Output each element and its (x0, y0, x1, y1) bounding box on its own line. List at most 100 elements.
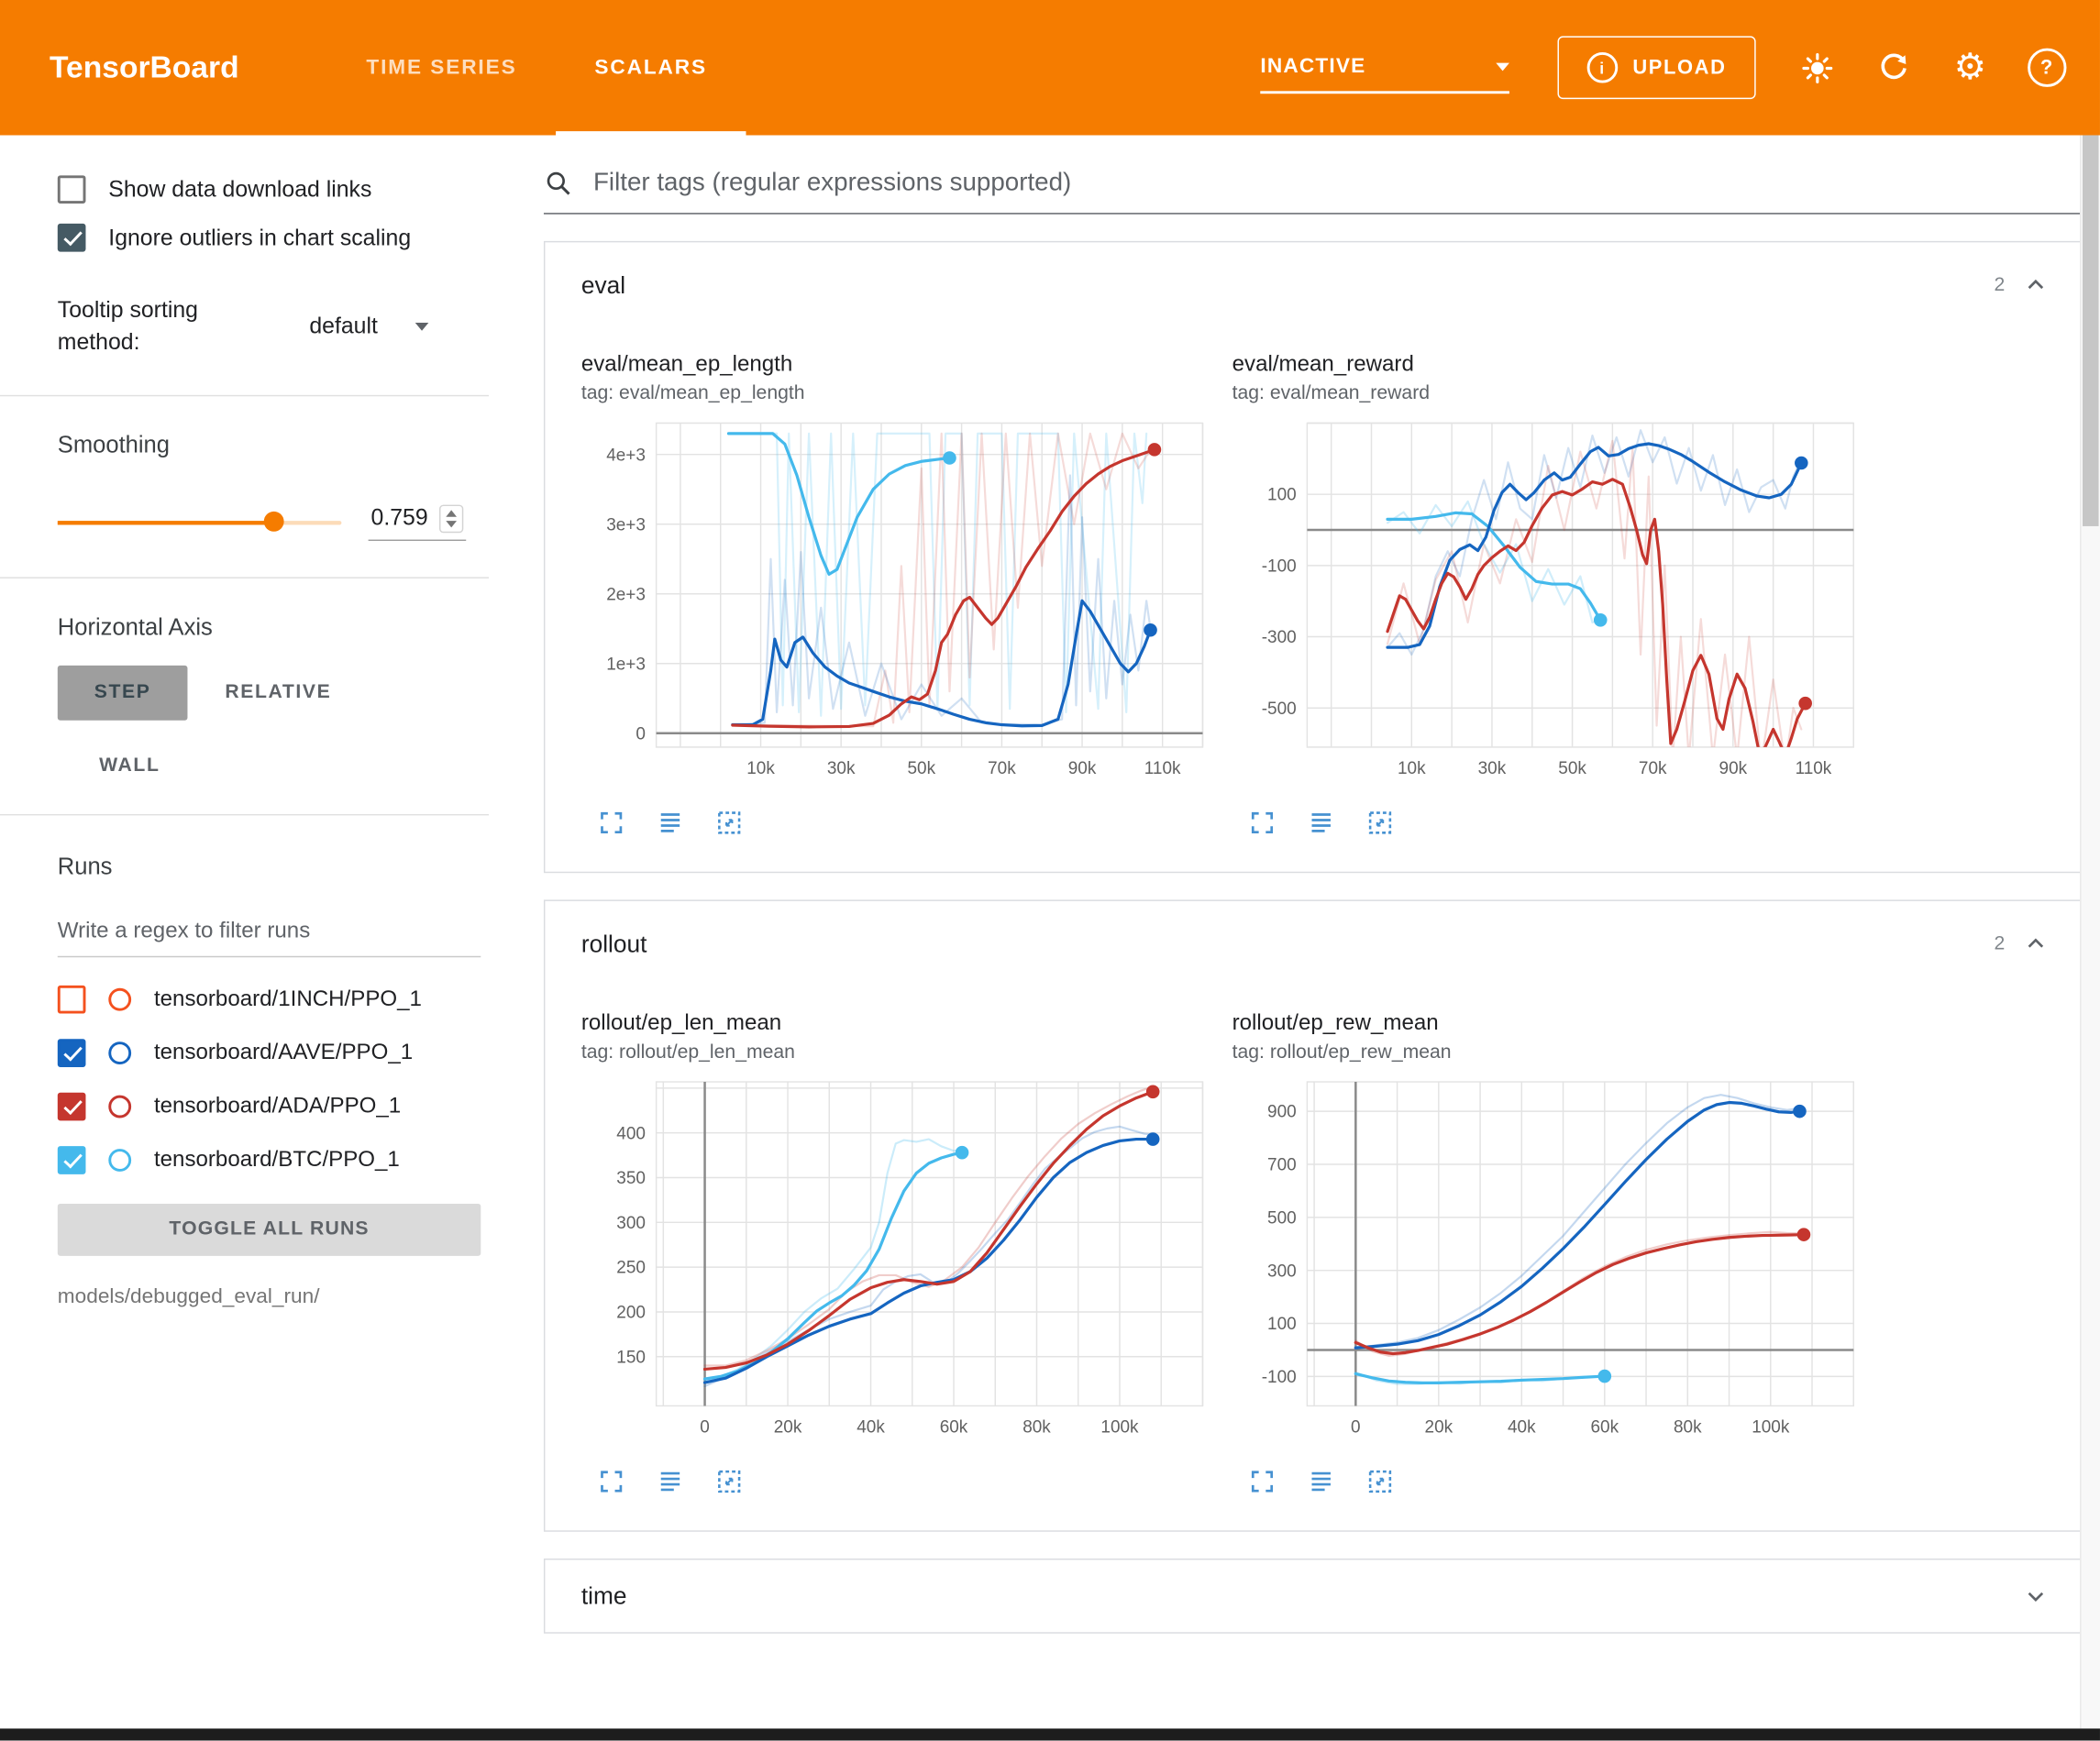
chevron-up-icon[interactable] (2022, 931, 2049, 957)
svg-text:10k: 10k (746, 759, 775, 778)
help-icon[interactable]: ? (2019, 41, 2072, 94)
ignore-outliers-label: Ignore outliers in chart scaling (108, 225, 411, 251)
brightness-icon[interactable] (1791, 41, 1844, 94)
smoothing-slider-thumb[interactable] (264, 512, 284, 532)
chart-tag: tag: rollout/ep_len_mean (581, 1041, 1199, 1063)
svg-text:10k: 10k (1398, 759, 1426, 778)
section-body-rollout: rollout/ep_len_mean tag: rollout/ep_len_… (545, 986, 2080, 1530)
run-checkbox[interactable] (58, 986, 86, 1014)
smoothing-value: 0.759 (371, 505, 428, 532)
tooltip-sorting-dropdown[interactable]: default (309, 313, 428, 339)
svg-text:110k: 110k (1144, 759, 1181, 778)
run-checkbox[interactable] (58, 1146, 86, 1174)
svg-text:700: 700 (1267, 1156, 1297, 1175)
run-checkbox[interactable] (58, 1039, 86, 1067)
svg-text:30k: 30k (827, 759, 856, 778)
chevron-up-icon[interactable] (2022, 271, 2049, 298)
tab-scalars[interactable]: SCALARS (556, 0, 746, 136)
svg-text:4e+3: 4e+3 (606, 446, 646, 465)
expand-chart-icon[interactable] (597, 1468, 625, 1496)
fit-domain-icon[interactable] (715, 809, 744, 837)
toggle-all-runs-button[interactable]: TOGGLE ALL RUNS (58, 1203, 481, 1255)
run-row-1inch[interactable]: tensorboard/1INCH/PPO_1 (58, 973, 536, 1026)
fit-domain-icon[interactable] (715, 1468, 744, 1496)
stepper-arrows-icon[interactable] (438, 504, 462, 533)
axis-relative-button[interactable]: RELATIVE (225, 682, 331, 703)
data-table-icon[interactable] (1307, 1468, 1335, 1496)
ignore-outliers-row[interactable]: Ignore outliers in chart scaling (58, 224, 536, 252)
expand-chart-icon[interactable] (597, 809, 625, 837)
smoothing-value-input[interactable]: 0.759 (369, 504, 466, 540)
expand-chart-icon[interactable] (1248, 809, 1277, 837)
section-header-time[interactable]: time (545, 1559, 2080, 1632)
chart-toolbar (1248, 809, 1850, 837)
expand-chart-icon[interactable] (1248, 1468, 1277, 1496)
upload-label: UPLOAD (1632, 56, 1726, 79)
run-row-btc[interactable]: tensorboard/BTC/PPO_1 (58, 1133, 536, 1186)
chart-title: eval/mean_reward (1232, 352, 1850, 378)
divider (0, 813, 489, 814)
axis-step-button[interactable]: STEP (58, 665, 188, 720)
refresh-icon[interactable] (1867, 41, 1920, 94)
chart-plot-eval-mean-ep-length[interactable]: 10k30k50k70k90k110k01e+32e+33e+34e+3 (581, 410, 1213, 803)
chart-toolbar (597, 809, 1199, 837)
axis-buttons-row2: WALL (99, 754, 536, 777)
show-download-links-checkbox[interactable] (58, 175, 86, 204)
svg-text:900: 900 (1267, 1103, 1297, 1122)
svg-text:350: 350 (616, 1169, 646, 1188)
data-table-icon[interactable] (657, 809, 685, 837)
svg-text:40k: 40k (857, 1418, 885, 1438)
section-header-eval[interactable]: eval 2 (545, 242, 2080, 327)
svg-text:300: 300 (1267, 1262, 1297, 1281)
run-label: tensorboard/BTC/PPO_1 (154, 1148, 400, 1174)
svg-text:250: 250 (616, 1259, 646, 1278)
chart-card-rollout-ep-len-mean: rollout/ep_len_mean tag: rollout/ep_len_… (547, 1008, 1199, 1496)
run-color-circle (108, 1041, 131, 1064)
filter-tags-bar (544, 168, 2082, 215)
chart-card-eval-mean-reward: eval/mean_reward tag: eval/mean_reward 1… (1199, 349, 1850, 837)
scrollbar-thumb[interactable] (2083, 136, 2099, 526)
section-title: rollout (581, 930, 647, 958)
run-color-circle (108, 988, 131, 1011)
horizontal-axis-label: Horizontal Axis (58, 612, 536, 641)
axis-wall-button[interactable]: WALL (99, 755, 160, 776)
settings-gear-icon[interactable]: ⚙ (1943, 41, 1996, 94)
info-icon: i (1587, 52, 1619, 83)
svg-text:100: 100 (1267, 486, 1297, 505)
chart-plot-rollout-ep-len-mean[interactable]: 020k40k60k80k100k150200250300350400 (581, 1068, 1213, 1461)
status-dropdown[interactable]: INACTIVE (1260, 42, 1509, 93)
show-download-links-row[interactable]: Show data download links (58, 175, 536, 204)
fit-domain-icon[interactable] (1366, 1468, 1395, 1496)
chart-title: rollout/ep_rew_mean (1232, 1011, 1850, 1037)
svg-text:-100: -100 (1262, 1368, 1297, 1387)
filter-tags-input[interactable] (591, 168, 2081, 200)
run-checkbox[interactable] (58, 1093, 86, 1121)
section-header-rollout[interactable]: rollout 2 (545, 901, 2080, 986)
data-table-icon[interactable] (1307, 809, 1335, 837)
tab-time-series[interactable]: TIME SERIES (327, 0, 556, 136)
data-table-icon[interactable] (657, 1468, 685, 1496)
smoothing-slider[interactable] (58, 521, 342, 524)
run-row-ada[interactable]: tensorboard/ADA/PPO_1 (58, 1080, 536, 1133)
window-edge (0, 1728, 2100, 1740)
main-content: eval 2 eval/mean_ep_length tag: eval/mea… (536, 136, 2100, 1729)
smoothing-slider-fill (58, 521, 273, 524)
tooltip-sorting-label: Tooltip sorting method: (58, 294, 270, 358)
show-download-links-label: Show data download links (108, 176, 371, 203)
run-row-aave[interactable]: tensorboard/AAVE/PPO_1 (58, 1027, 536, 1080)
chevron-down-icon (415, 323, 429, 331)
chevron-down-icon[interactable] (2022, 1582, 2049, 1609)
svg-text:200: 200 (616, 1304, 646, 1323)
ignore-outliers-checkbox[interactable] (58, 224, 86, 252)
chart-toolbar (597, 1468, 1199, 1496)
svg-text:0: 0 (700, 1418, 710, 1438)
runs-filter-input[interactable] (58, 910, 481, 957)
tensorboard-app: TensorBoard TIME SERIES SCALARS INACTIVE… (0, 0, 2100, 1741)
fit-domain-icon[interactable] (1366, 809, 1395, 837)
upload-button[interactable]: i UPLOAD (1558, 36, 1756, 99)
chart-card-rollout-ep-rew-mean: rollout/ep_rew_mean tag: rollout/ep_rew_… (1199, 1008, 1850, 1496)
chart-plot-eval-mean-reward[interactable]: 10k30k50k70k90k110k100-100-300-500 (1232, 410, 1864, 803)
svg-text:0: 0 (636, 724, 646, 744)
scrollbar[interactable] (2080, 136, 2100, 1729)
chart-plot-rollout-ep-rew-mean[interactable]: 020k40k60k80k100k900700500300100-100 (1232, 1068, 1864, 1461)
